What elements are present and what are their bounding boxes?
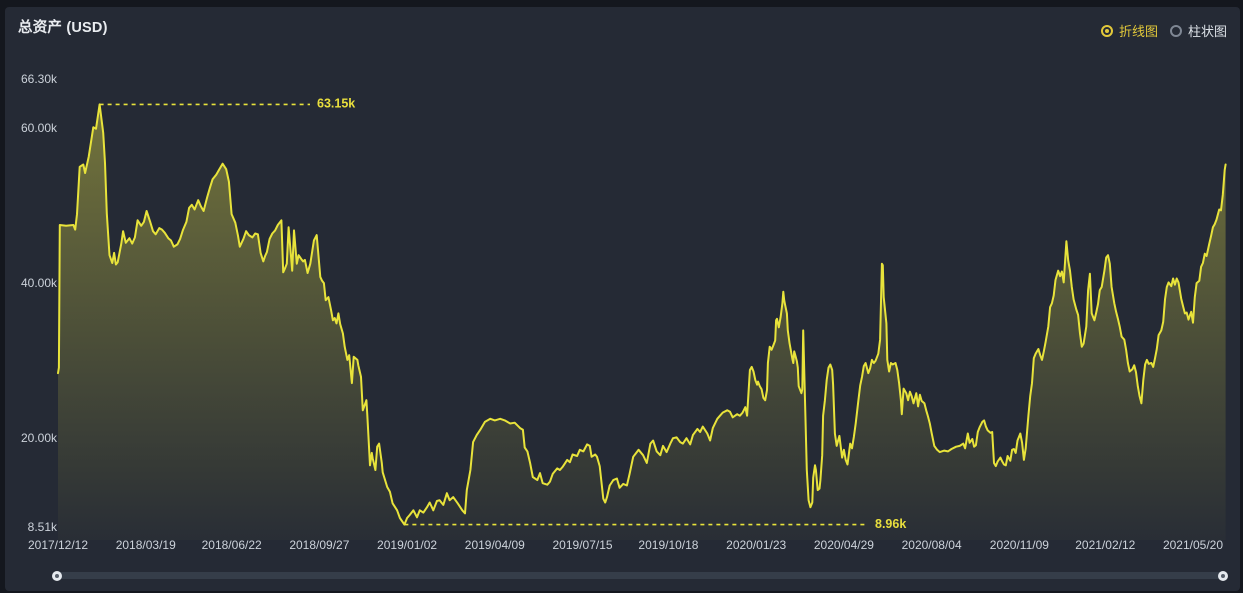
handle-dot-icon <box>55 574 59 578</box>
page-title: 总资产 (USD) <box>18 20 108 36</box>
y-axis-label: 60.00k <box>21 121 58 135</box>
x-axis-label: 2020/08/04 <box>902 538 962 552</box>
y-axis-label: 66.30k <box>21 72 58 86</box>
scrollbar-right-handle[interactable] <box>1218 571 1228 581</box>
chart-range-scrollbar-track[interactable] <box>57 572 1223 579</box>
x-axis-label: 2019/01/02 <box>377 538 437 552</box>
y-axis-label: 40.00k <box>21 276 58 290</box>
x-axis-label: 2020/04/29 <box>814 538 874 552</box>
radio-selected-icon <box>1100 24 1113 37</box>
x-axis-label: 2019/10/18 <box>638 538 698 552</box>
chart-type-legend: 折线图 柱状图 <box>1100 21 1227 40</box>
x-axis-label: 2019/04/09 <box>465 538 525 552</box>
asset-chart-widget: 66.30k 60.00k 40.00k 20.00k 8.51k 2017/12/12 2… <box>0 0 1243 593</box>
x-axis-label: 2020/01/23 <box>726 538 786 552</box>
y-axis-label: 8.51k <box>28 520 58 534</box>
x-axis-label: 2021/02/12 <box>1075 538 1135 552</box>
x-axis-label: 2021/05/20 <box>1163 538 1223 552</box>
y-axis-label: 20.00k <box>21 431 58 445</box>
radio-unselected-icon <box>1169 24 1182 37</box>
x-axis-label: 2020/11/09 <box>990 538 1049 552</box>
legend-option-label: 折线图 <box>1118 24 1158 39</box>
legend-option-label: 柱状图 <box>1187 24 1227 39</box>
x-axis-label: 2017/12/12 <box>28 538 88 552</box>
max-marker-label: 63.15k <box>317 97 355 111</box>
x-axis-label: 2018/06/22 <box>202 538 262 552</box>
x-axis-label: 2019/07/15 <box>553 538 613 552</box>
x-axis-label: 2018/03/19 <box>116 538 176 552</box>
scrollbar-left-handle[interactable] <box>52 571 62 581</box>
legend-option-line-chart[interactable]: 折线图 <box>1100 21 1158 40</box>
chart-canvas[interactable]: 66.30k 60.00k 40.00k 20.00k 8.51k 2017/12/12 2… <box>0 0 1243 593</box>
series-area <box>58 104 1226 541</box>
x-axis-label: 2018/09/27 <box>289 538 349 552</box>
legend-option-bar-chart[interactable]: 柱状图 <box>1169 21 1227 40</box>
min-marker-label: 8.96k <box>875 517 906 531</box>
handle-dot-icon <box>1221 574 1225 578</box>
